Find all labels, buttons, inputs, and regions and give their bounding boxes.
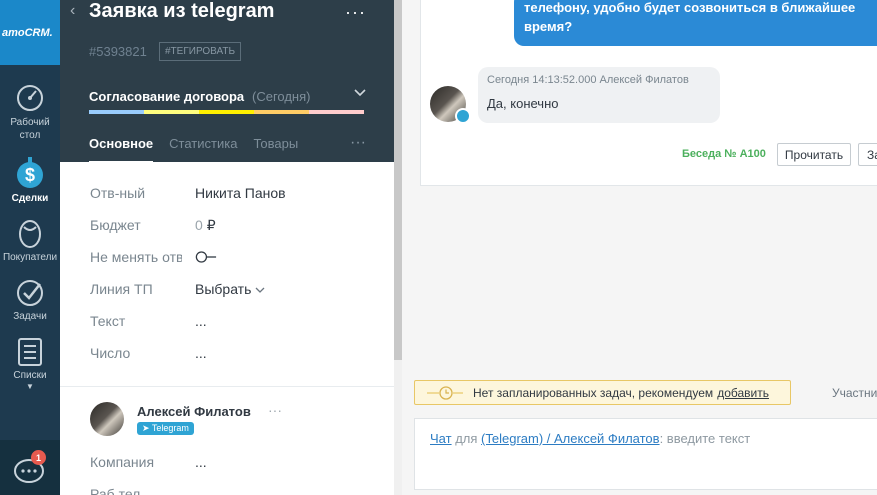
- nav-item-lists[interactable]: Списки ▼: [0, 336, 60, 391]
- composer-placeholder: : введите текст: [659, 431, 751, 446]
- field-label: Число: [90, 345, 131, 361]
- tab-main[interactable]: Основное: [89, 136, 154, 163]
- field-label: Текст: [90, 313, 126, 329]
- card-menu-button[interactable]: ···: [345, 2, 366, 23]
- stage-segment: [199, 110, 254, 114]
- card-tabs: Основное Статистика Товары: [89, 136, 314, 163]
- stage-progress: [89, 110, 364, 114]
- incoming-message: Сегодня 14:13:52.000 Алексей Филатов Да,…: [478, 67, 720, 123]
- field-budget: Бюджет 0 ₽: [90, 209, 380, 241]
- notification-badge: 1: [31, 450, 46, 465]
- currency-symbol: ₽: [206, 216, 216, 233]
- avatar[interactable]: [90, 402, 124, 436]
- field-number: Число ...: [90, 337, 380, 369]
- stage-date: (Сегодня): [252, 89, 311, 104]
- tab-products[interactable]: Товары: [253, 136, 298, 163]
- field-label: Отв-ный: [90, 185, 146, 201]
- field-keep-responsible: Не менять ответственного: [90, 241, 380, 273]
- field-company: Компания ...: [90, 454, 380, 470]
- dollar-icon: $: [15, 155, 45, 191]
- nav-label-deals: Сделки: [11, 193, 49, 204]
- divider: [60, 386, 394, 387]
- budget-input[interactable]: 0: [195, 217, 203, 233]
- second-action-button[interactable]: За: [858, 143, 877, 166]
- dashboard-icon: [15, 82, 45, 114]
- page-title[interactable]: Заявка из telegram: [89, 0, 274, 23]
- add-task-link[interactable]: добавить: [717, 386, 769, 400]
- pipeline-stage[interactable]: Согласование договора: [89, 89, 244, 104]
- chevron-down-icon[interactable]: [255, 281, 265, 297]
- text-input[interactable]: ...: [195, 313, 207, 329]
- stage-segment: [89, 110, 144, 114]
- lead-id: #5393821: [89, 44, 147, 59]
- nav-label-dashboard: Рабочий стол: [10, 117, 50, 141]
- message-meta: Сегодня 14:13:52.000 Алексей Филатов: [487, 74, 689, 86]
- toggle-switch[interactable]: [195, 251, 217, 263]
- stage-segment: [254, 110, 309, 114]
- scrollbar[interactable]: [394, 0, 402, 495]
- nav-label-lists: Списки: [13, 370, 47, 381]
- telegram-icon: [455, 108, 471, 124]
- customers-icon: [15, 218, 45, 250]
- nav-item-customers[interactable]: Покупатели: [0, 218, 60, 263]
- lead-fields: Отв-ный Никита Панов Бюджет 0 ₽ Не менят…: [90, 177, 380, 369]
- chevron-down-icon[interactable]: ▼: [0, 382, 60, 391]
- contact-menu-button[interactable]: ···: [268, 402, 282, 418]
- field-responsible: Отв-ный Никита Панов: [90, 177, 380, 209]
- field-label: Раб.тел: [90, 486, 141, 495]
- composer-target-link[interactable]: (Telegram) / Алексей Филатов: [481, 431, 660, 446]
- telegram-badge: ➤ Telegram: [137, 422, 194, 435]
- company-input[interactable]: ...: [195, 454, 207, 470]
- main-nav: amoCRM. Рабочий стол $ Сделки Покупатели…: [0, 0, 60, 495]
- scrollbar-thumb[interactable]: [394, 0, 402, 360]
- field-label: Линия ТП: [90, 281, 153, 297]
- logo[interactable]: amoCRM.: [0, 0, 60, 65]
- composer-mode-link[interactable]: Чат: [430, 431, 452, 446]
- tab-statistics[interactable]: Статистика: [169, 136, 237, 163]
- chevron-down-icon[interactable]: [354, 85, 366, 100]
- participants-label[interactable]: Участни: [832, 386, 877, 400]
- message-text: Да, конечно: [487, 96, 559, 111]
- svg-text:$: $: [25, 165, 35, 185]
- stage-segment: [309, 110, 364, 114]
- nav-item-tasks[interactable]: Задачи: [0, 277, 60, 322]
- back-icon[interactable]: ‹: [70, 2, 75, 20]
- thread-link[interactable]: Беседа № А100: [682, 148, 766, 160]
- task-notice-text: Нет запланированных задач, рекомендуем: [473, 385, 714, 400]
- card-header: ‹ Заявка из telegram ··· #5393821 #ТЕГИР…: [60, 0, 394, 163]
- outgoing-message: телефону, удобно будет созвониться в бли…: [514, 0, 877, 46]
- support-line-select[interactable]: Выбрать: [195, 281, 251, 297]
- task-notice: Нет запланированных задач, рекомендуем д…: [414, 380, 791, 405]
- field-label: Не менять ответственного: [90, 249, 182, 265]
- tabs-menu-button[interactable]: ···: [350, 134, 366, 152]
- responsible-value[interactable]: Никита Панов: [195, 185, 286, 201]
- number-input[interactable]: ...: [195, 345, 207, 361]
- nav-label-customers: Покупатели: [2, 252, 58, 263]
- field-label: Компания: [90, 454, 155, 470]
- message-composer[interactable]: Чат для (Telegram) / Алексей Филатов: вв…: [414, 418, 877, 490]
- lists-icon: [15, 336, 45, 368]
- field-support-line: Линия ТП Выбрать: [90, 273, 380, 305]
- telegram-icon: ➤: [142, 423, 150, 433]
- nav-chat[interactable]: 1: [0, 440, 60, 495]
- clock-icon: [427, 385, 467, 401]
- contact-name[interactable]: Алексей Филатов: [137, 404, 251, 419]
- read-button[interactable]: Прочитать: [777, 143, 851, 166]
- tasks-icon: [15, 277, 45, 309]
- stage-segment: [144, 110, 199, 114]
- field-label: Бюджет: [90, 217, 141, 233]
- field-text: Текст ...: [90, 305, 380, 337]
- tag-button[interactable]: #ТЕГИРОВАТЬ: [159, 42, 242, 61]
- lead-card: ‹ Заявка из telegram ··· #5393821 #ТЕГИР…: [60, 0, 394, 495]
- logo-text: amoCRM.: [2, 26, 53, 39]
- nav-item-deals[interactable]: $ Сделки: [0, 155, 60, 204]
- badge-label: Telegram: [151, 423, 189, 433]
- nav-item-dashboard[interactable]: Рабочий стол: [0, 82, 60, 142]
- composer-for-label: для: [455, 431, 478, 446]
- nav-label-tasks: Задачи: [13, 311, 47, 322]
